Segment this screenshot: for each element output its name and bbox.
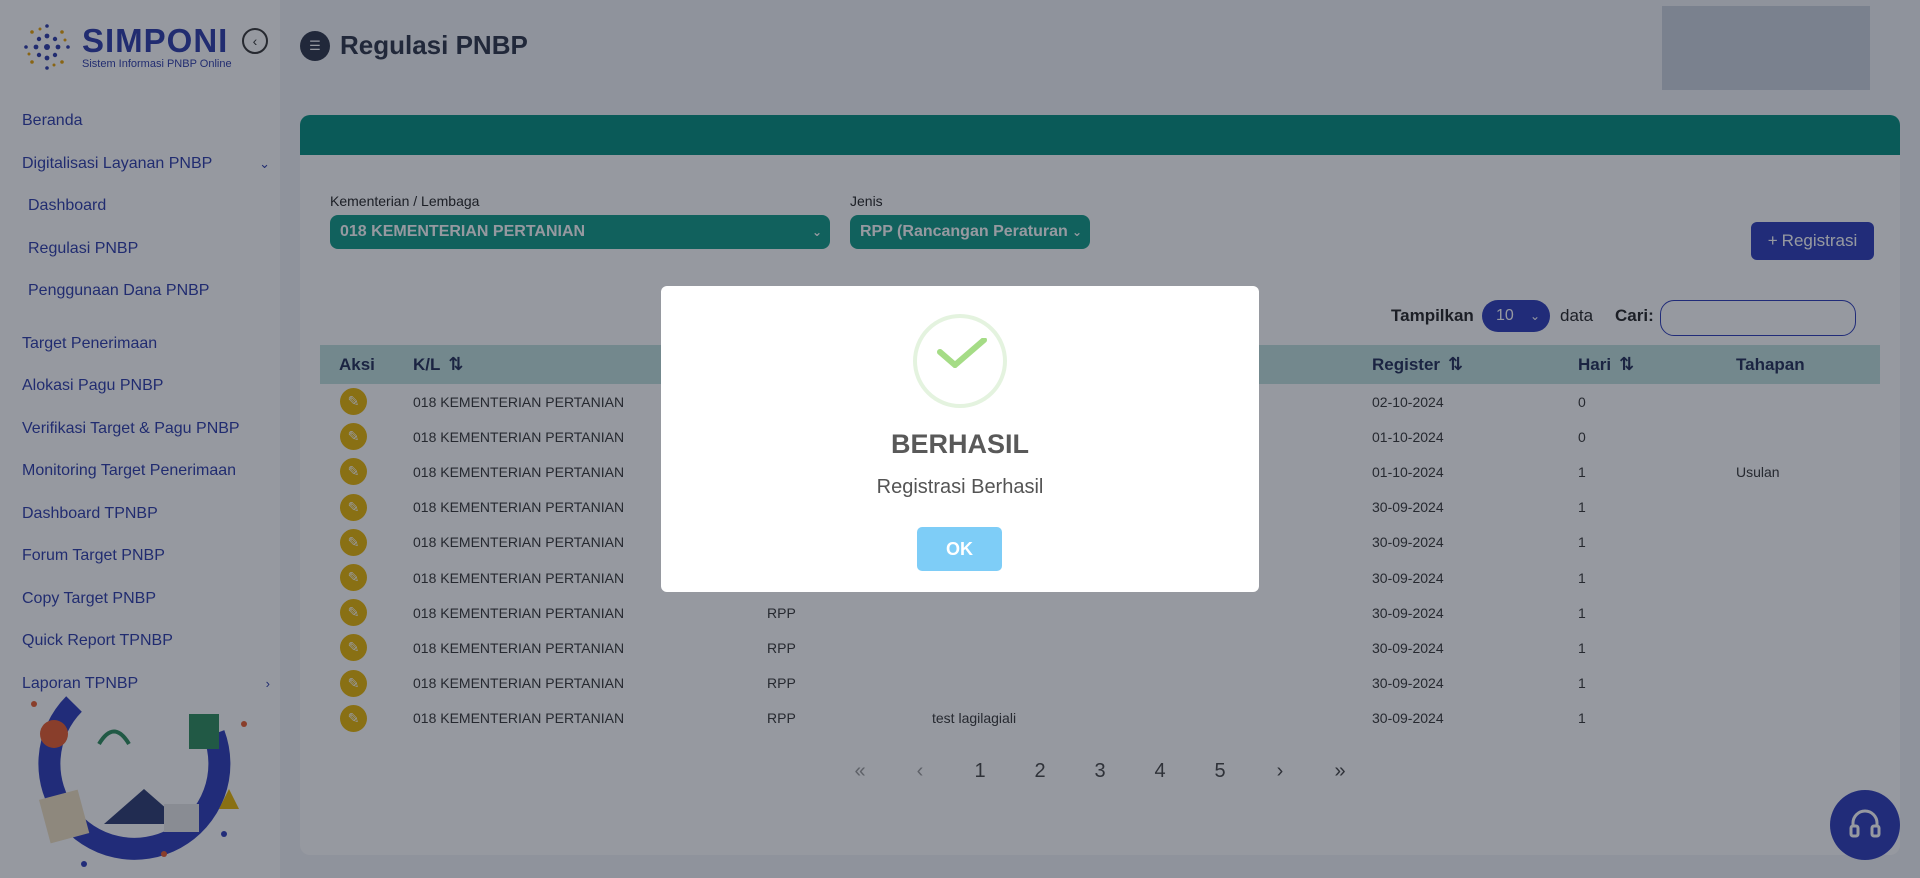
dialog-message: Registrasi Berhasil — [876, 476, 1044, 498]
success-icon-ring — [913, 314, 1007, 408]
success-dialog: BERHASIL Registrasi Berhasil OK — [661, 286, 1259, 592]
dialog-title: BERHASIL — [890, 429, 1029, 459]
ok-button[interactable]: OK — [917, 527, 1002, 571]
check-icon — [937, 338, 987, 368]
